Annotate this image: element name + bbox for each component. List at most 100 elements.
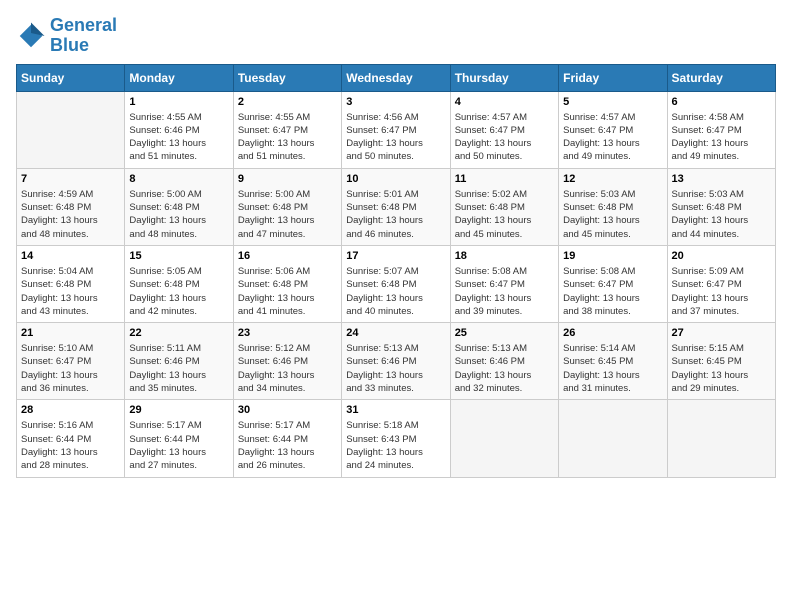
column-header-sunday: Sunday	[17, 64, 125, 91]
calendar-cell: 6 Sunrise: 4:58 AM Sunset: 6:47 PM Daylig…	[667, 91, 775, 168]
day-info: Sunrise: 5:18 AM Sunset: 6:43 PM Dayligh…	[346, 419, 445, 472]
page-header: General Blue	[16, 16, 776, 56]
day-info: Sunrise: 5:13 AM Sunset: 6:46 PM Dayligh…	[455, 342, 554, 395]
day-number: 29	[129, 404, 228, 416]
calendar-cell: 4Sunrise: 4:57 AM Sunset: 6:47 PM Daylig…	[450, 91, 558, 168]
day-number: 25	[455, 327, 554, 339]
day-info: Sunrise: 5:07 AM Sunset: 6:48 PM Dayligh…	[346, 265, 445, 318]
calendar-cell: 3 Sunrise: 4:56 AM Sunset: 6:47 PM Daylig…	[342, 91, 450, 168]
calendar-cell: 12 Sunrise: 5:03 AM Sunset: 6:48 PM Dayli…	[559, 168, 667, 245]
day-info: Sunrise: 5:01 AM Sunset: 6:48 PM Dayligh…	[346, 188, 445, 241]
day-info: Sunrise: 5:16 AM Sunset: 6:44 PM Dayligh…	[21, 419, 120, 472]
day-info: Sunrise: 5:17 AM Sunset: 6:44 PM Dayligh…	[238, 419, 337, 472]
day-info: Sunrise: 4:57 AM Sunset: 6:47 PM Dayligh…	[455, 111, 554, 164]
calendar-week-4: 21Sunrise: 5:10 AM Sunset: 6:47 PM Dayli…	[17, 323, 776, 400]
day-info: Sunrise: 5:14 AM Sunset: 6:45 PM Dayligh…	[563, 342, 662, 395]
day-info: Sunrise: 5:08 AM Sunset: 6:47 PM Dayligh…	[455, 265, 554, 318]
calendar-cell: 14Sunrise: 5:04 AM Sunset: 6:48 PM Dayli…	[17, 245, 125, 322]
calendar-cell: 13Sunrise: 5:03 AM Sunset: 6:48 PM Dayli…	[667, 168, 775, 245]
day-number: 19	[563, 250, 662, 262]
column-header-saturday: Saturday	[667, 64, 775, 91]
day-info: Sunrise: 4:59 AM Sunset: 6:48 PM Dayligh…	[21, 188, 120, 241]
day-number: 9	[238, 173, 337, 185]
day-info: Sunrise: 5:13 AM Sunset: 6:46 PM Dayligh…	[346, 342, 445, 395]
day-number: 27	[672, 327, 771, 339]
day-info: Sunrise: 5:10 AM Sunset: 6:47 PM Dayligh…	[21, 342, 120, 395]
calendar-cell: 21Sunrise: 5:10 AM Sunset: 6:47 PM Dayli…	[17, 323, 125, 400]
day-number: 20	[672, 250, 771, 262]
day-info: Sunrise: 4:55 AM Sunset: 6:46 PM Dayligh…	[129, 111, 228, 164]
day-number: 23	[238, 327, 337, 339]
day-number: 11	[455, 173, 554, 185]
day-info: Sunrise: 5:00 AM Sunset: 6:48 PM Dayligh…	[129, 188, 228, 241]
day-number: 1	[129, 96, 228, 108]
calendar-table: SundayMondayTuesdayWednesdayThursdayFrid…	[16, 64, 776, 478]
column-header-tuesday: Tuesday	[233, 64, 341, 91]
logo-icon	[16, 21, 46, 51]
day-number: 24	[346, 327, 445, 339]
calendar-cell: 8Sunrise: 5:00 AM Sunset: 6:48 PM Daylig…	[125, 168, 233, 245]
day-number: 7	[21, 173, 120, 185]
day-info: Sunrise: 5:06 AM Sunset: 6:48 PM Dayligh…	[238, 265, 337, 318]
calendar-cell: 10 Sunrise: 5:01 AM Sunset: 6:48 PM Dayli…	[342, 168, 450, 245]
day-number: 16	[238, 250, 337, 262]
calendar-header: SundayMondayTuesdayWednesdayThursdayFrid…	[17, 64, 776, 91]
column-header-friday: Friday	[559, 64, 667, 91]
day-number: 13	[672, 173, 771, 185]
calendar-cell: 22 Sunrise: 5:11 AM Sunset: 6:46 PM Dayli…	[125, 323, 233, 400]
day-number: 3	[346, 96, 445, 108]
calendar-cell: 18 Sunrise: 5:08 AM Sunset: 6:47 PM Dayli…	[450, 245, 558, 322]
calendar-cell	[667, 400, 775, 477]
calendar-cell: 7 Sunrise: 4:59 AM Sunset: 6:48 PM Daylig…	[17, 168, 125, 245]
calendar-cell	[450, 400, 558, 477]
calendar-week-5: 28Sunrise: 5:16 AM Sunset: 6:44 PM Dayli…	[17, 400, 776, 477]
day-info: Sunrise: 5:03 AM Sunset: 6:48 PM Dayligh…	[563, 188, 662, 241]
day-info: Sunrise: 5:11 AM Sunset: 6:46 PM Dayligh…	[129, 342, 228, 395]
calendar-cell: 31Sunrise: 5:18 AM Sunset: 6:43 PM Dayli…	[342, 400, 450, 477]
calendar-cell: 16 Sunrise: 5:06 AM Sunset: 6:48 PM Dayli…	[233, 245, 341, 322]
day-info: Sunrise: 5:00 AM Sunset: 6:48 PM Dayligh…	[238, 188, 337, 241]
day-number: 6	[672, 96, 771, 108]
calendar-week-3: 14Sunrise: 5:04 AM Sunset: 6:48 PM Dayli…	[17, 245, 776, 322]
day-info: Sunrise: 4:57 AM Sunset: 6:47 PM Dayligh…	[563, 111, 662, 164]
calendar-cell: 9 Sunrise: 5:00 AM Sunset: 6:48 PM Daylig…	[233, 168, 341, 245]
calendar-cell: 11 Sunrise: 5:02 AM Sunset: 6:48 PM Dayli…	[450, 168, 558, 245]
calendar-cell	[559, 400, 667, 477]
day-info: Sunrise: 5:08 AM Sunset: 6:47 PM Dayligh…	[563, 265, 662, 318]
calendar-week-2: 7 Sunrise: 4:59 AM Sunset: 6:48 PM Daylig…	[17, 168, 776, 245]
calendar-cell: 19 Sunrise: 5:08 AM Sunset: 6:47 PM Dayli…	[559, 245, 667, 322]
column-header-monday: Monday	[125, 64, 233, 91]
column-header-wednesday: Wednesday	[342, 64, 450, 91]
day-number: 17	[346, 250, 445, 262]
calendar-cell: 24 Sunrise: 5:13 AM Sunset: 6:46 PM Dayli…	[342, 323, 450, 400]
day-info: Sunrise: 4:56 AM Sunset: 6:47 PM Dayligh…	[346, 111, 445, 164]
logo: General Blue	[16, 16, 117, 56]
day-number: 2	[238, 96, 337, 108]
calendar-cell: 29Sunrise: 5:17 AM Sunset: 6:44 PM Dayli…	[125, 400, 233, 477]
day-number: 10	[346, 173, 445, 185]
calendar-cell: 30Sunrise: 5:17 AM Sunset: 6:44 PM Dayli…	[233, 400, 341, 477]
logo-text: General Blue	[50, 16, 117, 56]
day-info: Sunrise: 4:55 AM Sunset: 6:47 PM Dayligh…	[238, 111, 337, 164]
day-info: Sunrise: 5:09 AM Sunset: 6:47 PM Dayligh…	[672, 265, 771, 318]
day-number: 12	[563, 173, 662, 185]
column-header-thursday: Thursday	[450, 64, 558, 91]
calendar-cell: 28Sunrise: 5:16 AM Sunset: 6:44 PM Dayli…	[17, 400, 125, 477]
day-info: Sunrise: 5:02 AM Sunset: 6:48 PM Dayligh…	[455, 188, 554, 241]
calendar-cell: 5Sunrise: 4:57 AM Sunset: 6:47 PM Daylig…	[559, 91, 667, 168]
day-info: Sunrise: 5:12 AM Sunset: 6:46 PM Dayligh…	[238, 342, 337, 395]
calendar-cell: 20 Sunrise: 5:09 AM Sunset: 6:47 PM Dayli…	[667, 245, 775, 322]
calendar-cell: 27Sunrise: 5:15 AM Sunset: 6:45 PM Dayli…	[667, 323, 775, 400]
calendar-cell: 1 Sunrise: 4:55 AM Sunset: 6:46 PM Daylig…	[125, 91, 233, 168]
day-number: 26	[563, 327, 662, 339]
calendar-cell: 25 Sunrise: 5:13 AM Sunset: 6:46 PM Dayli…	[450, 323, 558, 400]
day-number: 22	[129, 327, 228, 339]
calendar-cell: 17 Sunrise: 5:07 AM Sunset: 6:48 PM Dayli…	[342, 245, 450, 322]
day-number: 14	[21, 250, 120, 262]
calendar-week-1: 1 Sunrise: 4:55 AM Sunset: 6:46 PM Daylig…	[17, 91, 776, 168]
calendar-cell: 15Sunrise: 5:05 AM Sunset: 6:48 PM Dayli…	[125, 245, 233, 322]
day-number: 18	[455, 250, 554, 262]
calendar-cell: 26 Sunrise: 5:14 AM Sunset: 6:45 PM Dayli…	[559, 323, 667, 400]
calendar-cell: 23 Sunrise: 5:12 AM Sunset: 6:46 PM Dayli…	[233, 323, 341, 400]
day-info: Sunrise: 4:58 AM Sunset: 6:47 PM Dayligh…	[672, 111, 771, 164]
